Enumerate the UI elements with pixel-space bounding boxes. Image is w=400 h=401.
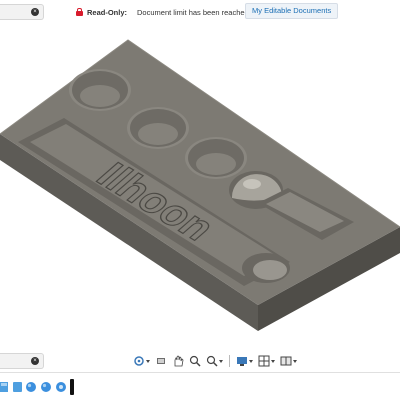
- display-settings-icon: [237, 357, 247, 366]
- 3d-viewport[interactable]: Ilhoon: [0, 24, 400, 344]
- sphere-icon[interactable]: [40, 381, 52, 393]
- zoom-button[interactable]: [188, 353, 202, 369]
- pan-button[interactable]: [171, 353, 185, 369]
- close-icon[interactable]: ×: [31, 8, 39, 16]
- hole-icon[interactable]: [55, 381, 67, 393]
- lock-icon: [76, 8, 83, 16]
- hand-pan-icon: [174, 355, 184, 367]
- browser-panel-tab[interactable]: ×: [0, 4, 44, 20]
- navigation-toolbar: [132, 352, 298, 370]
- grid-settings-icon: [258, 355, 270, 367]
- timeline-marker[interactable]: [70, 379, 74, 395]
- comments-panel-tab[interactable]: ×: [0, 353, 44, 369]
- viewports-button[interactable]: [279, 353, 298, 369]
- extrude-icon[interactable]: [0, 381, 10, 393]
- viewports-icon: [280, 356, 292, 366]
- hole-2: [127, 107, 189, 149]
- hole-1: [69, 69, 131, 111]
- sphere-icon[interactable]: [25, 381, 37, 393]
- fillet-icon[interactable]: [13, 382, 22, 392]
- top-bar: × Read-Only: Document limit has been rea…: [0, 0, 400, 24]
- my-editable-documents-link[interactable]: My Editable Documents: [245, 3, 339, 19]
- model-render: Ilhoon: [0, 39, 400, 331]
- zoom-icon: [189, 355, 201, 367]
- orbit-button[interactable]: [132, 353, 151, 369]
- look-at-button[interactable]: [154, 353, 168, 369]
- read-only-label: Read-Only:: [87, 7, 128, 17]
- toolbar-divider: [229, 355, 230, 367]
- close-icon[interactable]: ×: [31, 357, 39, 365]
- zoom-window-icon: [206, 355, 218, 367]
- hole-3: [185, 137, 247, 179]
- orbit-icon: [134, 356, 144, 366]
- zoom-window-button[interactable]: [205, 353, 224, 369]
- read-only-message: Document limit has been reached: [137, 7, 249, 17]
- read-only-notice: Read-Only: Document limit has been reach…: [76, 4, 249, 20]
- design-timeline: [0, 372, 400, 401]
- grid-settings-button[interactable]: [257, 353, 276, 369]
- look-at-icon: [157, 358, 165, 364]
- display-settings-button[interactable]: [235, 353, 254, 369]
